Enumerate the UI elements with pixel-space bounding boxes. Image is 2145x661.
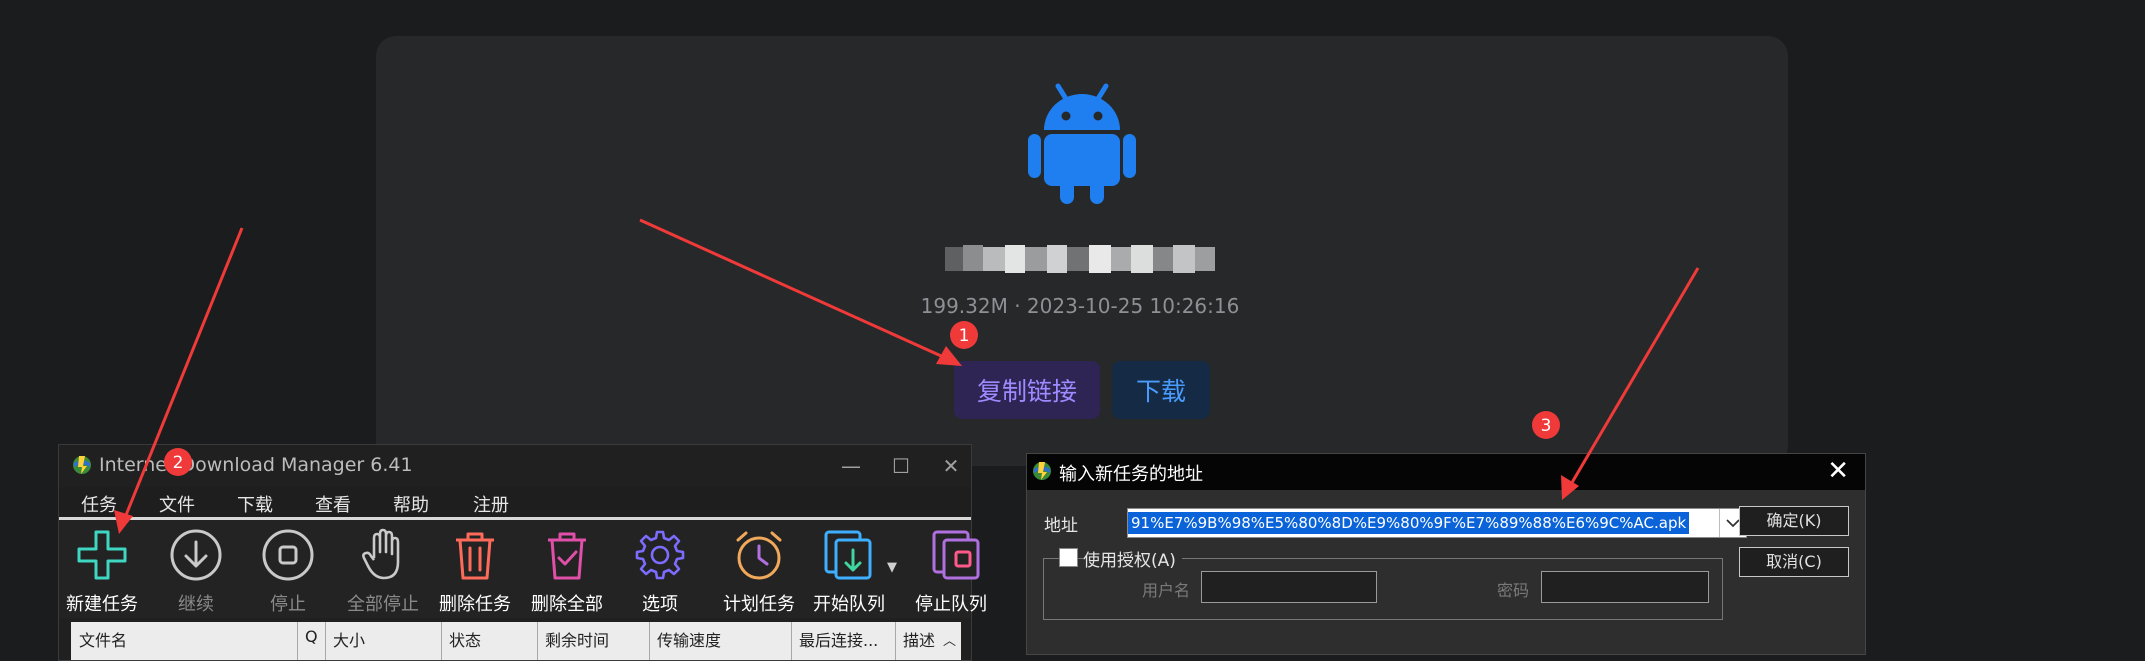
stop-button[interactable]: 停止 [255, 520, 321, 618]
delete-all-button[interactable]: 删除全部 [519, 520, 615, 618]
trash-check-icon [548, 532, 586, 580]
stop-icon [262, 529, 314, 581]
minimize-button[interactable]: — [831, 449, 871, 483]
stop-queue-label: 停止队列 [915, 594, 987, 615]
stop-all-button[interactable]: 全部停止 [335, 520, 431, 618]
idm-title-bar[interactable]: Internet Download Manager 6.41 — ☐ ✕ [59, 445, 971, 487]
address-input[interactable]: 91%E7%9B%98%E5%80%8D%E9%80%9F%E7%89%88%E… [1127, 508, 1747, 538]
resume-label: 继续 [178, 594, 214, 615]
download-button[interactable]: 下载 [1112, 361, 1210, 419]
password-field[interactable] [1541, 571, 1709, 603]
idm-window-title: Internet Download Manager 6.41 [99, 454, 413, 476]
stop-queue-button[interactable]: 停止队列 [909, 520, 1005, 618]
queue-stop-icon [932, 530, 980, 580]
alarm-clock-icon [736, 531, 782, 580]
options-label: 选项 [642, 594, 678, 615]
queue-dropdown-icon[interactable]: ▼ [887, 560, 897, 575]
col-description[interactable]: 描述 [903, 627, 935, 651]
new-task-dialog: 输入新任务的地址 ✕ 地址 91%E7%9B%98%E5%80%8D%E9%80… [1026, 453, 1866, 655]
dialog-title: 输入新任务的地址 [1059, 464, 1203, 485]
use-auth-checkbox[interactable] [1059, 548, 1078, 567]
idm-globe-icon [73, 456, 91, 474]
gear-icon [635, 530, 685, 580]
col-last-try[interactable]: 最后连接... [799, 627, 878, 651]
options-button[interactable]: 选项 [627, 520, 693, 618]
trash-icon [456, 532, 494, 580]
new-task-label: 新建任务 [66, 594, 138, 615]
idm-main-window: Internet Download Manager 6.41 — ☐ ✕ 任务 … [58, 444, 987, 661]
start-queue-button[interactable]: 开始队列 [801, 520, 897, 618]
sort-up-icon: ︿ [943, 634, 957, 649]
ok-button[interactable]: 确定(K) [1739, 506, 1849, 536]
delete-task-button[interactable]: 删除任务 [427, 520, 523, 618]
plus-icon [77, 530, 127, 580]
menu-task[interactable]: 任务 [81, 491, 117, 517]
delete-all-label: 删除全部 [531, 594, 603, 615]
menu-view[interactable]: 查看 [315, 491, 351, 517]
stop-all-label: 全部停止 [347, 594, 419, 615]
download-list-header: 文件名 Q 大小 状态 剩余时间 传输速度 最后连接... 描述 ︿ [71, 622, 961, 660]
start-queue-label: 开始队列 [813, 594, 885, 615]
col-status[interactable]: 状态 [449, 627, 481, 651]
scheduler-button[interactable]: 计划任务 [711, 520, 807, 618]
dialog-title-bar[interactable]: 输入新任务的地址 ✕ [1027, 454, 1865, 490]
menu-file[interactable]: 文件 [159, 491, 195, 517]
menu-help[interactable]: 帮助 [393, 491, 429, 517]
close-button[interactable]: ✕ [931, 449, 971, 483]
queue-start-icon [824, 530, 872, 580]
password-label: 密码 [1497, 581, 1530, 600]
idm-toolbar: 新建任务 继续 停止 全部停止 删除任务 删除全部 选项 计划任务 开始队列 ▼… [59, 520, 987, 618]
username-field[interactable] [1201, 571, 1377, 603]
scheduler-label: 计划任务 [723, 594, 795, 615]
new-task-button[interactable]: 新建任务 [59, 520, 145, 618]
hand-icon [362, 528, 400, 580]
cancel-button[interactable]: 取消(C) [1739, 547, 1849, 577]
col-size[interactable]: 大小 [333, 627, 365, 651]
menu-register[interactable]: 注册 [473, 491, 509, 517]
file-meta: 199.32M · 2023-10-25 10:26:16 [920, 294, 1240, 318]
stop-label: 停止 [270, 594, 306, 615]
android-logo-icon [1028, 83, 1136, 204]
idm-globe-icon [1033, 462, 1051, 480]
col-speed[interactable]: 传输速度 [657, 627, 721, 651]
col-filename[interactable]: 文件名 [79, 627, 127, 651]
col-time-left[interactable]: 剩余时间 [545, 627, 609, 651]
maximize-button[interactable]: ☐ [881, 449, 921, 483]
col-queue[interactable]: Q [305, 627, 318, 646]
dialog-close-icon[interactable]: ✕ [1827, 456, 1849, 486]
menu-download[interactable]: 下载 [237, 491, 273, 517]
resume-button[interactable]: 继续 [163, 520, 229, 618]
address-label: 地址 [1044, 516, 1078, 536]
use-auth-label: 使用授权(A) [1083, 546, 1182, 571]
username-label: 用户名 [1142, 581, 1191, 600]
top-cropped-header [380, 0, 940, 4]
idm-menu-bar: 任务 文件 下载 查看 帮助 注册 [59, 487, 971, 520]
blurred-file-name [945, 245, 1215, 273]
copy-link-button[interactable]: 复制链接 [954, 361, 1100, 419]
delete-task-label: 删除任务 [439, 594, 511, 615]
download-arrow-icon [170, 529, 222, 581]
address-selected-text: 91%E7%9B%98%E5%80%8D%E9%80%9F%E7%89%88%E… [1128, 512, 1690, 534]
